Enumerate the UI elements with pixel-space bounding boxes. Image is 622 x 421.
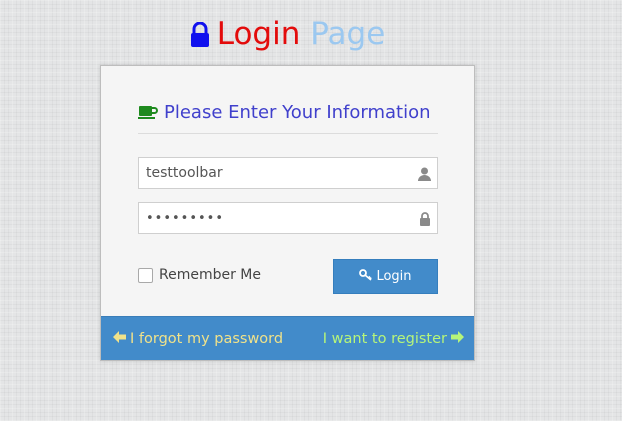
login-button-label: Login: [376, 269, 412, 284]
register-label: I want to register: [322, 330, 447, 347]
login-button[interactable]: Login: [333, 259, 438, 294]
register-link[interactable]: I want to register: [322, 330, 464, 347]
title-login-text: Login: [216, 16, 301, 52]
title-page-text: Page: [310, 16, 386, 52]
arrow-right-icon: [451, 330, 464, 347]
remember-me-label: Remember Me: [159, 267, 261, 283]
username-input[interactable]: [139, 158, 409, 188]
login-box: Please Enter Your Information Remember M…: [100, 65, 475, 361]
remember-me[interactable]: Remember Me: [138, 266, 261, 284]
username-field: [138, 157, 438, 189]
user-icon: [418, 166, 431, 185]
coffee-cup-icon: [138, 104, 158, 125]
forgot-password-link[interactable]: I forgot my password: [113, 330, 284, 347]
form-header-text: Please Enter Your Information: [164, 102, 431, 123]
key-icon: [359, 268, 373, 285]
remember-me-checkbox[interactable]: [138, 267, 153, 283]
page-title: Login Page: [0, 14, 574, 58]
password-input[interactable]: [139, 203, 409, 233]
form-footer: I forgot my password I want to register: [101, 316, 474, 360]
password-field: [138, 202, 438, 234]
password-lock-icon: [419, 211, 431, 230]
arrow-left-icon: [113, 330, 126, 347]
lock-icon: [189, 18, 211, 58]
forgot-password-label: I forgot my password: [130, 330, 284, 347]
form-header: Please Enter Your Information: [138, 102, 438, 134]
